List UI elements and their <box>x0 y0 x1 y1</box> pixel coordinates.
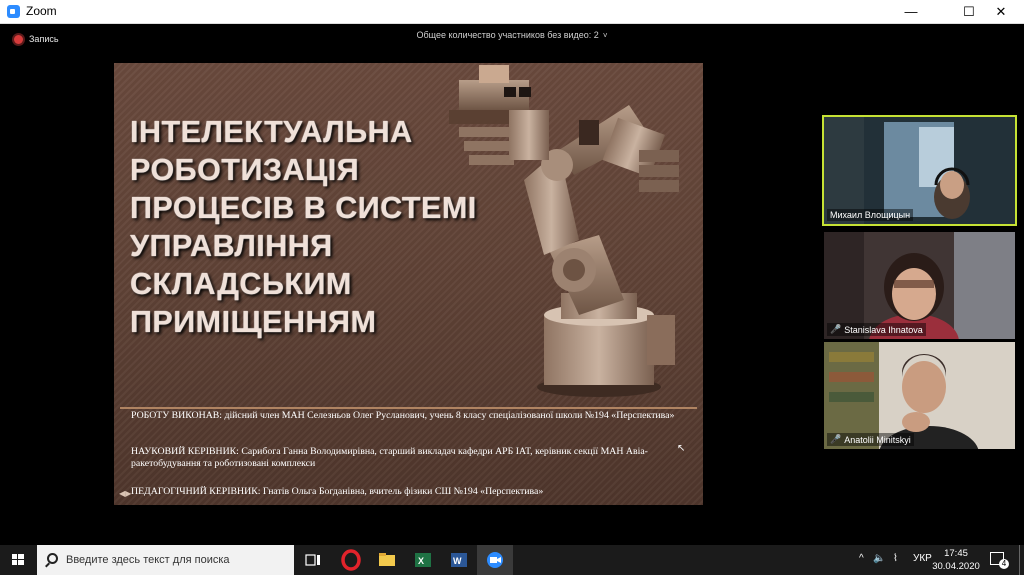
search-placeholder: Введите здесь текст для поиска <box>66 554 230 566</box>
back-arrow-icon: ◀▶ <box>119 489 132 498</box>
slide-divider <box>120 407 697 409</box>
wifi-icon[interactable]: ⌇ <box>893 553 898 564</box>
slide-title-line: ПРОЦЕСІВ В СИСТЕМІ <box>130 191 477 225</box>
participant-name-label: Stanislava Ihnatova <box>844 324 923 335</box>
shared-screen-slide: ІНТЕЛЕКТУАЛЬНА РОБОТИЗАЦІЯ ПРОЦЕСІВ В СИ… <box>114 63 703 505</box>
action-center-icon[interactable]: 4 <box>990 552 1009 569</box>
windows-taskbar: Введите здесь текст для поиска X W ^ 🔈 ⌇… <box>0 545 1024 575</box>
excel-icon[interactable]: X <box>405 545 441 575</box>
chevron-up-icon[interactable]: ^ <box>859 553 864 564</box>
muted-microphone-icon: 🎤 <box>830 434 842 444</box>
slide-teacher-label: ПЕДАГОГІЧНИЙ КЕРІВНИК: Гнатів Ольга Богд… <box>131 486 544 497</box>
search-icon <box>47 553 58 564</box>
slide-supervisor-text: НАУКОВИЙ КЕРІВНИК: Сарибога Ганна Володи… <box>131 446 648 469</box>
participant-name: 🎤 Anatolii Minitskyi <box>827 433 914 446</box>
volume-icon[interactable]: 🔈 <box>873 553 885 564</box>
slide-title-line: УПРАВЛІННЯ <box>130 229 333 263</box>
participant-name-label: Anatolii Minitskyi <box>844 434 911 445</box>
non-video-label: Общее количество участников без видео: 2 <box>416 30 599 40</box>
word-icon[interactable]: W <box>441 545 477 575</box>
close-button[interactable]: ✕ <box>978 0 1024 23</box>
slide-title-line: ІНТЕЛЕКТУАЛЬНА <box>130 115 413 149</box>
taskbar-clock[interactable]: 17:45 30.04.2020 <box>928 547 984 573</box>
window-title: Zoom <box>26 4 57 18</box>
opera-browser-icon[interactable] <box>333 545 369 575</box>
taskbar-search-box[interactable]: Введите здесь текст для поиска <box>37 545 294 575</box>
chevron-down-icon: ˅ <box>602 31 608 40</box>
slide-title-line: РОБОТИЗАЦІЯ <box>130 153 360 187</box>
slide-title-line: ПРИМІЩЕННЯМ <box>130 305 377 339</box>
svg-text:W: W <box>453 556 462 566</box>
clock-date: 30.04.2020 <box>932 561 980 572</box>
clock-time: 17:45 <box>944 548 968 559</box>
participant-name-label: Михаил Влощицын <box>830 210 911 220</box>
muted-microphone-icon: 🎤 <box>830 324 842 334</box>
show-desktop-button[interactable] <box>1019 545 1020 575</box>
participant-tile[interactable]: Михаил Влощицын <box>822 115 1017 226</box>
slide-author-text: РОБОТУ ВИКОНАВ: дійсний член МАН Селезнь… <box>131 410 675 421</box>
file-explorer-icon[interactable] <box>369 545 405 575</box>
svg-text:X: X <box>418 556 424 566</box>
participant-video-image <box>824 117 1015 224</box>
task-view-icon[interactable] <box>295 545 331 575</box>
zoom-app-icon[interactable] <box>477 545 513 575</box>
zoom-logo-icon <box>7 5 20 18</box>
slide-title: ІНТЕЛЕКТУАЛЬНА РОБОТИЗАЦІЯ ПРОЦЕСІВ В СИ… <box>130 113 500 341</box>
window-titlebar: Zoom — ☐ ✕ <box>0 0 1024 24</box>
participant-name: Михаил Влощицын <box>827 209 914 221</box>
windows-start-icon[interactable] <box>0 545 36 575</box>
participant-tile[interactable]: 🎤 Stanislava Ihnatova <box>824 232 1015 339</box>
participant-name: 🎤 Stanislava Ihnatova <box>827 323 926 336</box>
non-video-participants[interactable]: Общее количество участников без видео: 2… <box>0 30 1024 40</box>
notification-count: 4 <box>999 559 1009 569</box>
minimize-button[interactable]: — <box>888 0 934 23</box>
participant-tile[interactable]: 🎤 Anatolii Minitskyi <box>824 342 1015 449</box>
slide-title-line: СКЛАДСЬКИМ <box>130 267 352 301</box>
mouse-cursor-icon: ↖ <box>677 443 686 454</box>
slide-teacher-text: ◀▶ ПЕДАГОГІЧНИЙ КЕРІВНИК: Гнатів Ольга Б… <box>119 486 701 498</box>
